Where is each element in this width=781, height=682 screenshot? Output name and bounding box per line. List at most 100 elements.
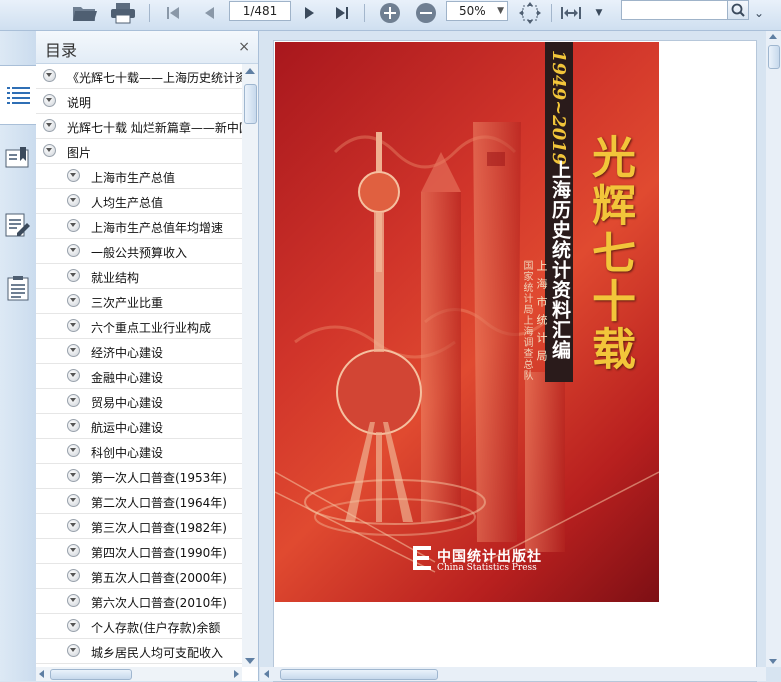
expand-toggle-icon[interactable] [67,194,80,207]
outline-item[interactable]: 《光辉七十载——上海历史统计资料汇编》 [36,64,242,89]
expand-toggle-icon[interactable] [67,644,80,657]
expand-toggle-icon[interactable] [67,469,80,482]
document-vertical-scrollbar[interactable] [766,31,781,667]
fit-width-icon[interactable] [559,2,583,24]
tab-annotations[interactable] [0,196,36,254]
expand-toggle-icon[interactable] [67,269,80,282]
outline-item[interactable]: 个人存款(住户存款)余额 [36,614,242,639]
expand-toggle-icon[interactable] [43,94,56,107]
outline-horizontal-scrollbar[interactable] [36,667,242,681]
expand-toggle-icon[interactable] [67,294,80,307]
chevron-down-icon[interactable]: ▼ [592,2,606,24]
outline-item[interactable]: 贸易中心建设 [36,389,242,414]
fit-page-icon[interactable] [517,2,543,24]
outline-item[interactable]: 科创中心建设 [36,439,242,464]
panel-title: 目录 [45,41,78,60]
expand-toggle-icon[interactable] [67,419,80,432]
outline-item[interactable]: 上海市生产总值 [36,164,242,189]
outline-item[interactable]: 第四次人口普查(1990年) [36,539,242,564]
first-page-icon[interactable] [162,2,184,24]
search-button[interactable] [727,0,749,20]
zoom-out-icon[interactable] [413,2,439,24]
last-page-icon[interactable] [331,2,353,24]
outline-item[interactable]: 三次产业比重 [36,289,242,314]
outline-item[interactable]: 就业结构 [36,264,242,289]
expand-toggle-icon[interactable] [43,69,56,82]
scroll-right-icon[interactable] [234,670,239,678]
outline-item-label: 第四次人口普查(1990年) [91,546,227,560]
document-horizontal-scrollbar[interactable] [260,667,766,681]
zoom-in-icon[interactable] [377,2,403,24]
tab-outline[interactable] [0,65,37,125]
outline-item[interactable]: 人均生产总值 [36,189,242,214]
outline-item[interactable]: 第五次人口普查(2000年) [36,564,242,589]
outline-item[interactable]: 经济中心建设 [36,339,242,364]
expand-toggle-icon[interactable] [43,144,56,157]
outline-item-label: 图片 [67,146,92,160]
clipboard-icon [7,276,29,301]
scroll-thumb[interactable] [280,669,438,680]
expand-toggle-icon[interactable] [67,319,80,332]
edit-note-icon [5,213,30,237]
outline-item-label: 三次产业比重 [91,296,164,310]
expand-toggle-icon[interactable] [67,544,80,557]
scroll-down-icon[interactable] [769,659,777,664]
expand-toggle-icon[interactable] [67,594,80,607]
outline-item[interactable]: 第六次人口普查(2010年) [36,589,242,614]
zoom-select[interactable]: 50% ▼ [446,1,508,21]
open-folder-icon[interactable] [70,2,100,24]
outline-item[interactable]: 上海市生产总值年均增速 [36,214,242,239]
outline-item[interactable]: 六个重点工业行业构成 [36,314,242,339]
outline-item-label: 一般公共预算收入 [91,246,188,260]
expand-toggle-icon[interactable] [67,344,80,357]
outline-item[interactable]: 图片 [36,139,242,164]
outline-item[interactable]: 第一次人口普查(1953年) [36,464,242,489]
outline-item[interactable]: 航运中心建设 [36,414,242,439]
expand-toggle-icon[interactable] [67,494,80,507]
outline-vertical-scrollbar[interactable] [242,64,258,667]
document-view[interactable]: 1949~2019 上海历史统计资料汇编 光辉七十载 上海市统计局 国家统计局上… [260,31,781,682]
outline-item-label: 金融中心建设 [91,371,164,385]
outline-item[interactable]: 第二次人口普查(1964年) [36,489,242,514]
search-input[interactable] [621,0,729,20]
close-icon[interactable]: × [238,39,250,55]
outline-item[interactable]: 一般公共预算收入 [36,239,242,264]
cover-title: 光辉七十载 [584,134,635,374]
scroll-thumb[interactable] [768,45,780,69]
outline-item[interactable]: 城乡居民人均可支配收入 [36,639,242,664]
scroll-up-icon[interactable] [245,68,255,74]
scroll-up-icon[interactable] [769,34,777,39]
scroll-down-icon[interactable] [245,658,255,664]
expand-toggle-icon[interactable] [43,119,56,132]
outline-item-label: 六个重点工业行业构成 [91,321,212,335]
cover-author: 国家统计局上海调查总队 [521,260,532,381]
next-page-icon[interactable] [298,2,320,24]
expand-toggle-icon[interactable] [67,369,80,382]
print-icon[interactable] [108,2,138,24]
page-number-input[interactable]: 1/481 [229,1,291,21]
expand-toggle-icon[interactable] [67,394,80,407]
expand-toggle-icon[interactable] [67,519,80,532]
outline-item[interactable]: 光辉七十载 灿烂新篇章——新中国成立七十周年 [36,114,242,139]
expand-toggle-icon[interactable] [67,244,80,257]
tab-bookmarks[interactable] [0,129,36,187]
page: 1949~2019 上海历史统计资料汇编 光辉七十载 上海市统计局 国家统计局上… [273,40,757,682]
expand-toggle-icon[interactable] [67,444,80,457]
outline-item[interactable]: 金融中心建设 [36,364,242,389]
expand-toggle-icon[interactable] [67,619,80,632]
expand-toggle-icon[interactable] [67,569,80,582]
scroll-left-icon[interactable] [264,670,269,678]
scroll-left-icon[interactable] [39,670,44,678]
book-cover-image: 1949~2019 上海历史统计资料汇编 光辉七十载 上海市统计局 国家统计局上… [275,42,659,602]
chevron-down-icon[interactable]: ⌄ [752,2,766,24]
outline-item[interactable]: 第三次人口普查(1982年) [36,514,242,539]
outline-tree: 《光辉七十载——上海历史统计资料汇编》说明光辉七十载 灿烂新篇章——新中国成立七… [36,64,242,667]
expand-toggle-icon[interactable] [67,169,80,182]
scroll-thumb[interactable] [50,669,132,680]
outline-item[interactable]: 说明 [36,89,242,114]
tab-pages[interactable] [0,259,36,317]
prev-page-icon[interactable] [198,2,220,24]
publisher-logo [413,546,431,570]
scroll-thumb[interactable] [244,84,257,124]
expand-toggle-icon[interactable] [67,219,80,232]
